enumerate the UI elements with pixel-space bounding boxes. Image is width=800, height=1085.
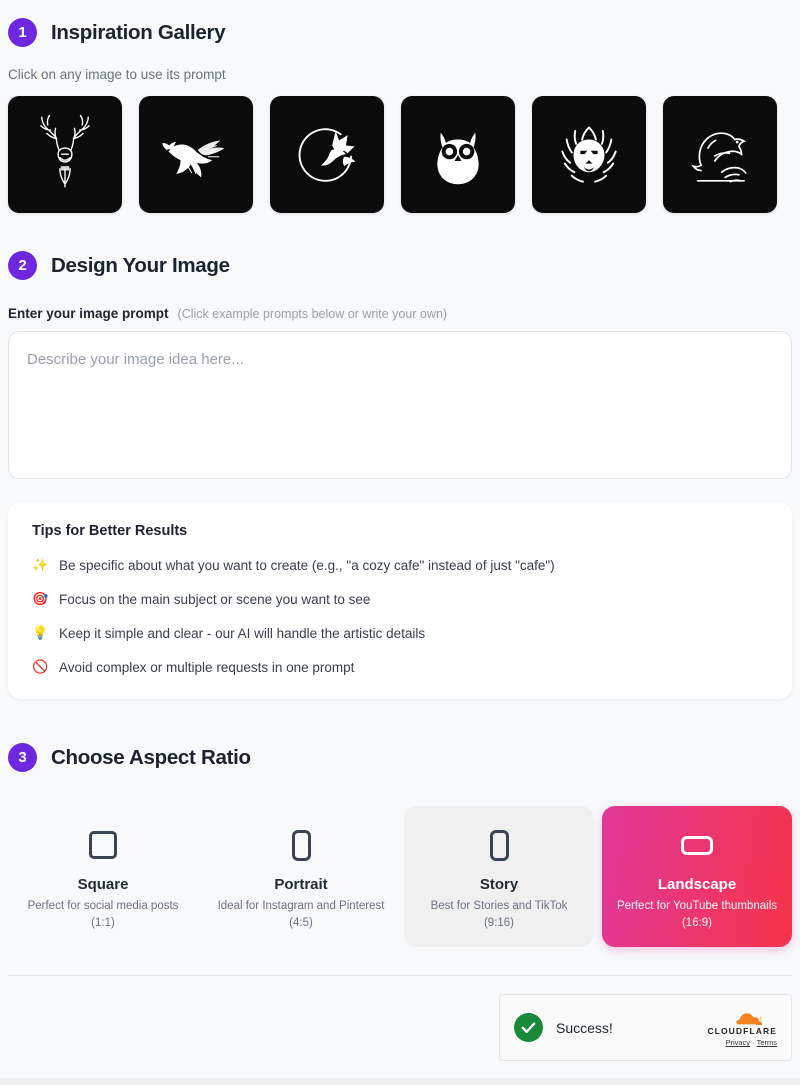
step-badge-3: 3	[8, 743, 37, 772]
square-shape-icon	[18, 826, 188, 864]
tip-text: Be specific about what you want to creat…	[59, 557, 555, 573]
gallery-item-lion[interactable]	[532, 96, 646, 213]
fox-icon	[298, 127, 356, 182]
terms-link[interactable]: Terms	[757, 1038, 777, 1047]
aspect-ratio-option-story[interactable]: Story Best for Stories and TikTok (9:16)	[404, 806, 594, 948]
gallery-item-dolphin[interactable]	[663, 96, 777, 213]
gallery-item-fox[interactable]	[270, 96, 384, 213]
design-step-header: 2 Design Your Image	[8, 251, 792, 280]
cloudflare-wordmark: CLOUDFLARE	[707, 1026, 777, 1037]
lightbulb-icon: 💡	[32, 625, 49, 640]
tips-title: Tips for Better Results	[32, 523, 188, 539]
gallery-item-owl[interactable]	[401, 96, 515, 213]
option-name: Portrait	[274, 876, 328, 893]
option-description: Perfect for YouTube thumbnails (16:9)	[616, 900, 778, 929]
gallery-step-header: 1 Inspiration Gallery	[8, 18, 792, 47]
option-description: Perfect for social media posts (1:1)	[27, 900, 179, 929]
tip-item: 🚫 Avoid complex or multiple requests in …	[32, 659, 768, 675]
aspect-ratio-option-square[interactable]: Square Perfect for social media posts (1…	[8, 806, 198, 947]
prompt-hint: (Click example prompts below or write yo…	[177, 307, 448, 321]
deer-icon	[40, 114, 90, 188]
aspect-ratio-options: Square Perfect for social media posts (1…	[8, 806, 792, 948]
story-shape-icon	[414, 826, 584, 864]
gallery-instruction-text: Click on any image to use its prompt	[8, 67, 226, 82]
tip-item: 💡 Keep it simple and clear - our AI will…	[32, 625, 768, 641]
tip-item: ✨ Be specific about what you want to cre…	[32, 557, 768, 573]
aspect-ratio-option-portrait[interactable]: Portrait Ideal for Instagram and Pintere…	[206, 806, 396, 947]
cloudflare-turnstile-widget[interactable]: Success! CLOUDFLARE Privacy · Terms	[499, 994, 792, 1062]
portrait-shape-icon	[216, 826, 386, 864]
gallery-section-title: Inspiration Gallery	[51, 20, 226, 44]
option-description: Ideal for Instagram and Pinterest (4:5)	[217, 900, 385, 929]
link-separator: ·	[752, 1038, 755, 1048]
design-section-title: Design Your Image	[51, 253, 230, 277]
dolphin-icon	[691, 131, 747, 183]
tip-text: Avoid complex or multiple requests in on…	[59, 659, 355, 675]
turnstile-status-text: Success!	[556, 1019, 613, 1036]
prompt-label-row: Enter your image prompt (Click example p…	[8, 306, 792, 321]
option-name: Landscape	[657, 876, 737, 893]
step-badge-2: 2	[8, 251, 37, 280]
footer-area: Success! CLOUDFLARE Privacy · Terms 🪄 Cr	[8, 994, 792, 1085]
cloudflare-cloud-icon	[707, 1008, 777, 1026]
prompt-label: Enter your image prompt	[8, 306, 169, 321]
ratio-section-title: Choose Aspect Ratio	[51, 745, 251, 769]
cloudflare-branding: CLOUDFLARE Privacy · Terms	[707, 1008, 777, 1047]
gallery-item-raven[interactable]	[139, 96, 253, 213]
option-description: Best for Stories and TikTok (9:16)	[430, 900, 568, 929]
aspect-ratio-option-landscape[interactable]: Landscape Perfect for YouTube thumbnails…	[602, 806, 792, 948]
target-icon: 🎯	[32, 591, 49, 606]
owl-icon	[437, 132, 479, 184]
lion-icon	[561, 125, 617, 183]
privacy-link[interactable]: Privacy	[725, 1038, 750, 1047]
option-name: Story	[479, 876, 519, 893]
sparkles-icon: ✨	[32, 557, 49, 572]
inspiration-gallery-section: 1 Inspiration Gallery Click on any image…	[8, 0, 792, 213]
success-check-icon	[514, 1013, 543, 1043]
bottom-strip	[0, 1078, 800, 1085]
design-image-section: 2 Design Your Image Enter your image pro…	[8, 251, 792, 699]
ratio-step-header: 3 Choose Aspect Ratio	[8, 743, 792, 772]
section-divider	[8, 975, 792, 977]
step-badge-1: 1	[8, 18, 37, 47]
tip-text: Focus on the main subject or scene you w…	[59, 591, 371, 607]
gallery-thumbnail-row	[8, 96, 792, 213]
raven-icon	[162, 139, 225, 177]
prohibited-icon: 🚫	[32, 659, 49, 674]
tip-text: Keep it simple and clear - our AI will h…	[59, 625, 426, 641]
landscape-shape-icon	[612, 826, 782, 864]
turnstile-links: Privacy · Terms	[707, 1038, 777, 1047]
option-name: Square	[77, 876, 129, 893]
aspect-ratio-section: 3 Choose Aspect Ratio Square Perfect for…	[8, 743, 792, 948]
image-generator-page: 1 Inspiration Gallery Click on any image…	[0, 0, 800, 1085]
tip-item: 🎯 Focus on the main subject or scene you…	[32, 591, 768, 607]
tips-card: Tips for Better Results ✨ Be specific ab…	[8, 502, 792, 699]
prompt-input[interactable]	[8, 331, 792, 479]
gallery-item-deer[interactable]	[8, 96, 122, 213]
